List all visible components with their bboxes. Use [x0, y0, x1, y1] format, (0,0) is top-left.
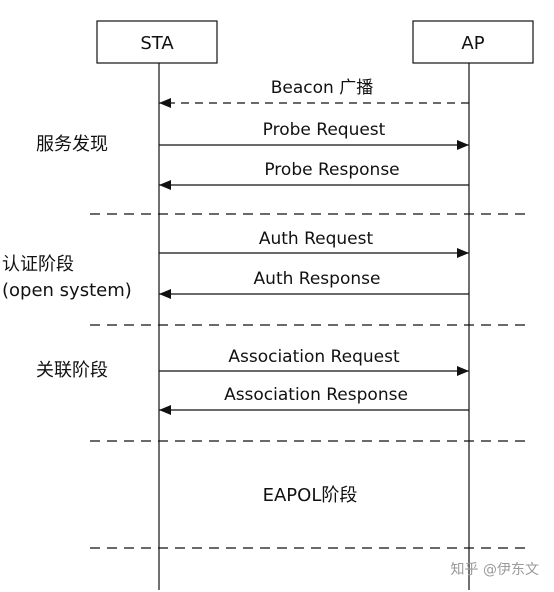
message-probe-request: Probe Request	[159, 120, 469, 150]
watermark-text: 知乎 @伊东文	[451, 561, 539, 578]
message-auth-response-label: Auth Response	[254, 269, 381, 289]
message-auth-request: Auth Request	[159, 229, 469, 258]
participant-ap: AP	[412, 20, 534, 64]
phase-label-discovery: 服务发现	[36, 134, 108, 155]
sequence-diagram: STA AP 服务发现 认证阶段 (open system) 关联阶段 EAPO…	[2, 20, 539, 590]
phase-label-eapol: EAPOL阶段	[263, 485, 358, 506]
message-assoc-request: Association Request	[159, 347, 469, 376]
message-assoc-request-label: Association Request	[228, 347, 400, 367]
phase-label-auth: 认证阶段	[2, 254, 74, 275]
participant-sta-label: STA	[140, 33, 174, 54]
participant-sta: STA	[96, 20, 218, 64]
message-beacon: Beacon 广播	[159, 78, 469, 108]
message-assoc-response-label: Association Response	[224, 385, 408, 405]
message-probe-request-label: Probe Request	[263, 120, 386, 140]
message-auth-response: Auth Response	[159, 269, 469, 299]
message-probe-response-label: Probe Response	[264, 160, 399, 180]
message-beacon-label: Beacon 广播	[271, 78, 373, 98]
message-probe-response: Probe Response	[159, 160, 469, 190]
phase-label-auth-mode: (open system)	[2, 280, 132, 301]
message-auth-request-label: Auth Request	[259, 229, 374, 249]
participant-ap-label: AP	[461, 33, 484, 54]
phase-label-association: 关联阶段	[36, 360, 108, 381]
message-assoc-response: Association Response	[159, 385, 469, 415]
